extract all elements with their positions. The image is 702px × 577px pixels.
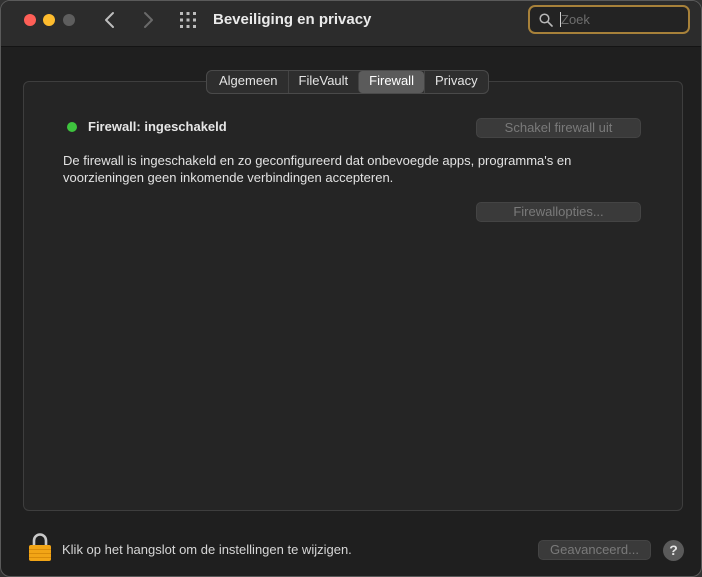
zoom-window-button[interactable]: [63, 14, 75, 26]
forward-button[interactable]: [137, 9, 159, 31]
title-bar: Beveiliging en privacy: [1, 1, 701, 47]
search-icon: [539, 13, 553, 27]
preferences-window: Beveiliging en privacy Algemeen FileVaul…: [0, 0, 702, 577]
search-field[interactable]: [528, 5, 690, 34]
back-button[interactable]: [99, 9, 121, 31]
close-window-button[interactable]: [24, 14, 36, 26]
lock-instructions: Klik op het hangslot om de instellingen …: [62, 542, 352, 557]
search-input[interactable]: [561, 10, 681, 28]
firewall-status-label: Firewall: ingeschakeld: [88, 119, 227, 134]
tab-filevault[interactable]: FileVault: [287, 71, 359, 93]
firewall-status-indicator: [67, 122, 77, 132]
show-all-button[interactable]: [179, 11, 197, 29]
advanced-button[interactable]: Geavanceerd...: [538, 540, 651, 560]
tab-privacy[interactable]: Privacy: [423, 71, 488, 93]
chevron-left-icon: [105, 12, 114, 28]
chevron-right-icon: [144, 12, 153, 28]
disable-firewall-button[interactable]: Schakel firewall uit: [476, 118, 641, 138]
padlock-icon: [29, 533, 51, 561]
grid-icon: [180, 12, 196, 28]
firewall-options-button[interactable]: Firewallopties...: [476, 202, 641, 222]
help-button[interactable]: ?: [663, 540, 684, 561]
tab-bar: Algemeen FileVault Firewall Privacy: [206, 70, 489, 94]
firewall-description: De firewall is ingeschakeld en zo geconf…: [63, 153, 572, 185]
tab-algemeen[interactable]: Algemeen: [207, 71, 288, 93]
tab-firewall[interactable]: Firewall: [358, 71, 424, 93]
minimize-window-button[interactable]: [43, 14, 55, 26]
window-title: Beveiliging en privacy: [213, 11, 372, 28]
content-panel: [23, 81, 683, 511]
lock-button[interactable]: [28, 532, 52, 562]
